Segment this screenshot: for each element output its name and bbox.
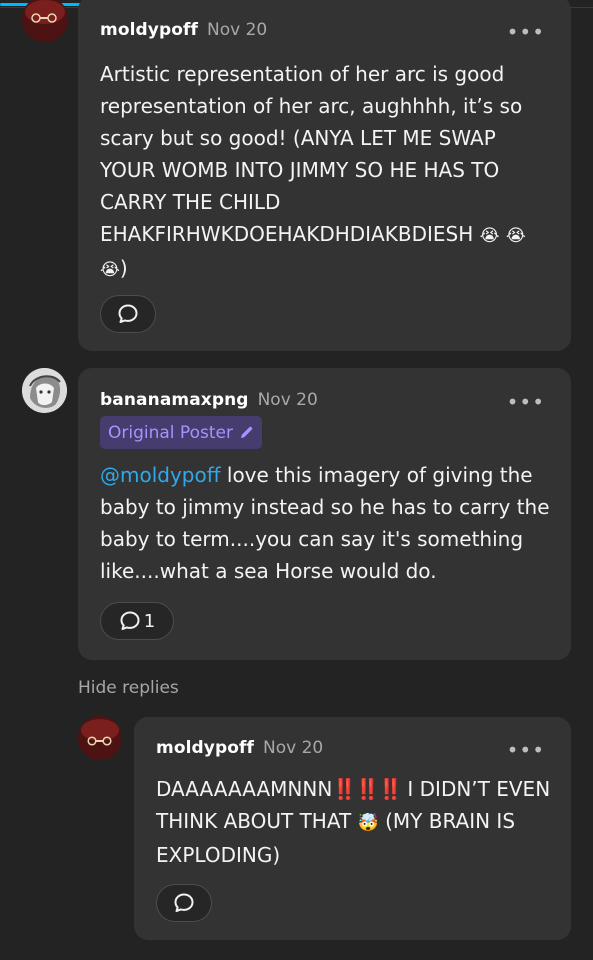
comment-header: moldypoff Nov 20 (100, 20, 267, 40)
comment-header: moldypoff Nov 20 (156, 738, 323, 758)
crying-emoji: 😭 (479, 226, 500, 246)
comment-date: Nov 20 (257, 390, 318, 410)
pencil-icon (240, 426, 253, 438)
comment-text: DAAAAAAAMNNN‼️‼️‼️ I DIDN’T EVEN THINK A… (156, 773, 551, 871)
comment-card: bananamaxpng Nov 20 ••• Original Poster … (78, 368, 571, 660)
comment-text-end: ) (119, 256, 128, 280)
comment-text-start: DAAAAAAAMNNN (156, 777, 333, 801)
hide-replies-link[interactable]: Hide replies (78, 678, 179, 698)
reply-card: moldypoff Nov 20 ••• DAAAAAAAMNNN‼️‼️‼️ … (134, 717, 571, 940)
reply-button[interactable]: 1 (100, 602, 174, 640)
badge-label: Original Poster (108, 422, 233, 443)
avatar[interactable] (22, 368, 67, 413)
comment-text-main: Artistic representation of her arc is go… (100, 62, 523, 246)
mention-link[interactable]: @moldypoff (100, 463, 221, 487)
speech-bubble-icon (120, 611, 140, 630)
exploding-head-emoji: 🤯 (357, 813, 379, 833)
exclamation-emoji: ‼️‼️‼️ (332, 777, 403, 801)
comment-text: @moldypoff love this imagery of giving t… (100, 459, 551, 587)
username[interactable]: moldypoff (100, 20, 198, 40)
more-options-icon[interactable]: ••• (507, 392, 545, 412)
original-poster-badge: Original Poster (100, 416, 262, 449)
more-options-icon[interactable]: ••• (507, 22, 545, 42)
comment-card: moldypoff Nov 20 ••• Artistic representa… (78, 0, 571, 351)
comment-date: Nov 20 (263, 738, 324, 758)
avatar-image (78, 716, 122, 760)
speech-bubble-icon (174, 893, 194, 912)
avatar-image (22, 368, 67, 413)
more-options-icon[interactable]: ••• (507, 740, 545, 760)
comment-text: Artistic representation of her arc is go… (100, 58, 551, 286)
avatar[interactable] (78, 716, 122, 760)
comment-header: bananamaxpng Nov 20 (100, 390, 318, 410)
username[interactable]: moldypoff (156, 738, 254, 758)
reply-button[interactable] (156, 884, 212, 922)
username[interactable]: bananamaxpng (100, 390, 249, 410)
reply-count: 1 (143, 610, 156, 632)
comment-date: Nov 20 (207, 20, 268, 40)
avatar[interactable] (22, 0, 68, 42)
speech-bubble-icon (118, 304, 138, 323)
avatar-image (22, 0, 68, 42)
reply-button[interactable] (100, 295, 156, 333)
